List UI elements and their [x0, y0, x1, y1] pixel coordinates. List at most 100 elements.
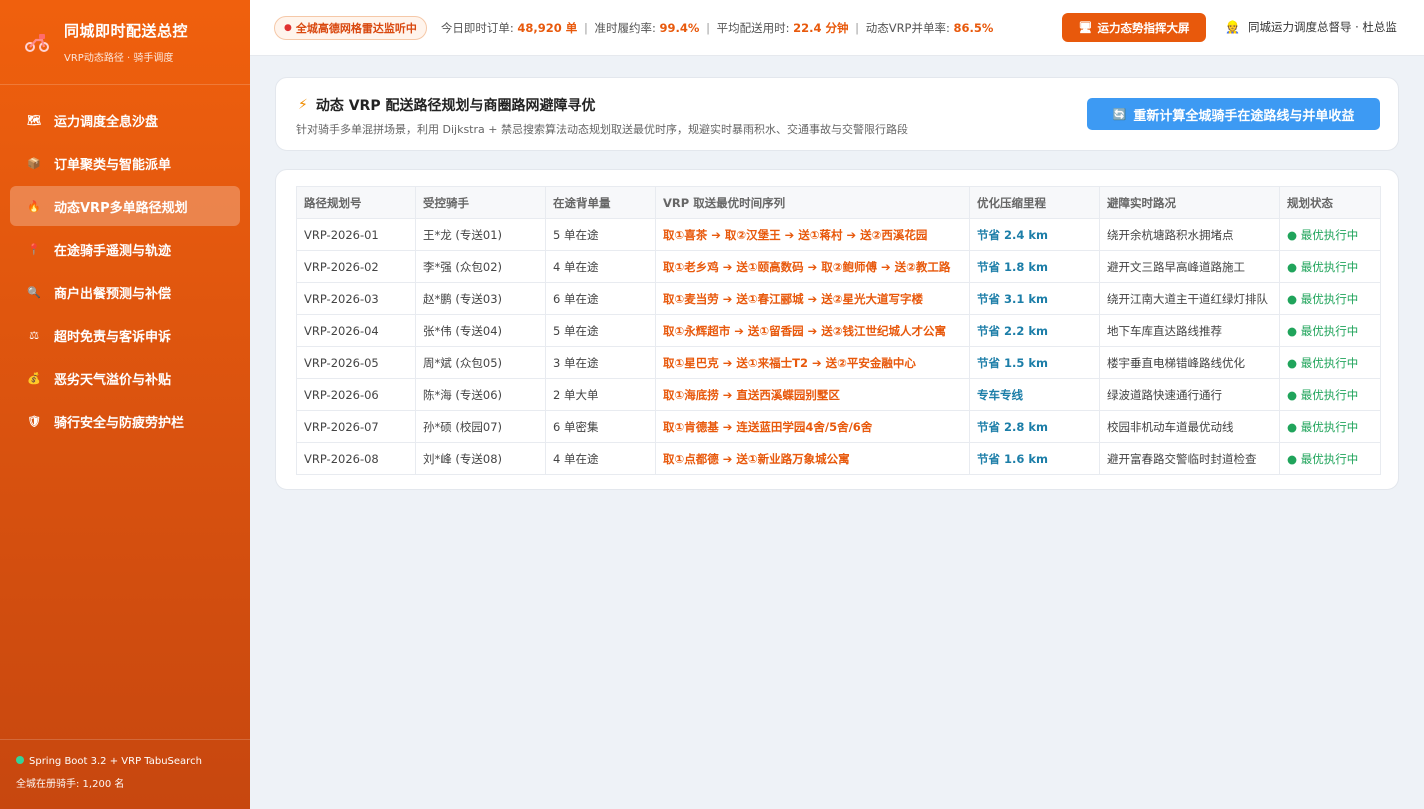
- sidebar-item-2[interactable]: 🔥 动态VRP多单路径规划: [10, 186, 240, 226]
- mileage-saving-cell: 节省 2.8 km: [969, 410, 1100, 443]
- recalculate-button-label: 重新计算全城骑手在途路线与并单收益: [1133, 108, 1355, 124]
- big-screen-button[interactable]: 🖥 运力态势指挥大屏: [1062, 13, 1206, 42]
- sidebar-nav: 🗺 运力调度全息沙盘 📦 订单聚类与智能派单 🔥 动态VRP多单路径规划 📍 在途骑手遥测与轨…: [0, 100, 250, 441]
- status-dot-icon: [16, 756, 24, 764]
- column-header: 受控骑手: [415, 186, 546, 219]
- table-body: VRP-2026-01 王*龙 (专送01) 5 单在途 取①喜茶 ➔ 取②汉堡王 ➔…: [296, 218, 1381, 475]
- big-screen-button-label: 运力态势指挥大屏: [1097, 20, 1190, 35]
- route-sequence-cell: 取①永辉超市 ➔ 送①留香园 ➔ 送②钱江世纪城人才公寓: [655, 314, 970, 347]
- route-sequence-cell: 取①点都德 ➔ 送①新业路万象城公寓: [655, 442, 970, 475]
- shield-icon: 🛡: [27, 414, 41, 428]
- rider-count-label: 全城在册骑手: 1,200 名: [16, 779, 125, 790]
- sidebar-item-5[interactable]: ⚖ 超时免责与客诉申诉: [10, 315, 240, 355]
- brand: 同城即时配送总控 VRP动态路径 · 骑手调度: [0, 0, 250, 85]
- table-header-row: 路径规划号 受控骑手 在途背单量 VRP 取送最优时间序列 优化压缩里程 避障实时路况 规划…: [296, 186, 1381, 219]
- package-icon: 📦: [27, 156, 41, 170]
- table-row[interactable]: VRP-2026-08 刘*峰 (专送08) 4 单在途 取①点都德 ➔ 送①新业路万…: [296, 442, 1381, 475]
- avg-time-value: 22.4 分钟: [793, 20, 849, 35]
- sidebar-item-1[interactable]: 📦 订单聚类与智能派单: [10, 143, 240, 183]
- recalculate-routes-button[interactable]: 🔄 重新计算全城骑手在途路线与并单收益: [1087, 98, 1380, 130]
- load-cell: 3 单在途: [545, 346, 656, 379]
- divider: |: [855, 20, 860, 35]
- column-header: 优化压缩里程: [969, 186, 1100, 219]
- table-row[interactable]: VRP-2026-06 陈*海 (专送06) 2 单大单 取①海底捞 ➔ 直送西溪蝶园…: [296, 378, 1381, 411]
- route-sequence-cell: 取①麦当劳 ➔ 送①春江郦城 ➔ 送②星光大道写字楼: [655, 282, 970, 315]
- plan-status-cell: ● 最优执行中: [1279, 282, 1381, 315]
- user-info[interactable]: 👷 同城运力调度总督导 · 杜总监: [1225, 19, 1397, 35]
- route-id-cell: VRP-2026-02: [296, 250, 416, 283]
- mileage-saving-cell: 专车专线: [969, 378, 1100, 411]
- sidebar-item-label: 超时免责与客诉申诉: [54, 329, 172, 345]
- radar-badge-label: 全城高德网格雷达监听中: [295, 21, 417, 35]
- route-id-cell: VRP-2026-05: [296, 346, 416, 379]
- route-id-cell: VRP-2026-08: [296, 442, 416, 475]
- sidebar-item-label: 运力调度全息沙盘: [54, 114, 159, 130]
- route-id-cell: VRP-2026-04: [296, 314, 416, 347]
- sidebar: 同城即时配送总控 VRP动态路径 · 骑手调度 🗺 运力调度全息沙盘 📦 订单聚类与智…: [0, 0, 250, 809]
- load-cell: 5 单在途: [545, 218, 656, 251]
- mileage-saving-cell: 节省 2.4 km: [969, 218, 1100, 251]
- route-sequence-cell: 取①老乡鸡 ➔ 送①颐高数码 ➔ 取②鲍师傅 ➔ 送②教工路: [655, 250, 970, 283]
- rider-cell: 刘*峰 (专送08): [415, 442, 546, 475]
- route-table: 路径规划号 受控骑手 在途背单量 VRP 取送最优时间序列 优化压缩里程 避障实时路况 规划…: [296, 186, 1381, 475]
- table-row[interactable]: VRP-2026-02 李*强 (众包02) 4 单在途 取①老乡鸡 ➔ 送①颐高数码…: [296, 250, 1381, 283]
- avg-time-label: 平均配送用时:: [716, 20, 790, 35]
- lightning-icon: ⚡: [298, 97, 308, 113]
- sidebar-item-3[interactable]: 📍 在途骑手遥测与轨迹: [10, 229, 240, 269]
- brand-title: 同城即时配送总控: [64, 22, 189, 40]
- user-name: 同城运力调度总督导 · 杜总监: [1247, 20, 1397, 34]
- plan-status-cell: ● 最优执行中: [1279, 250, 1381, 283]
- route-id-cell: VRP-2026-03: [296, 282, 416, 315]
- road-condition-cell: 校园非机动车道最优动线: [1099, 410, 1280, 443]
- sidebar-item-label: 在途骑手遥测与轨迹: [54, 243, 172, 259]
- plan-status-cell: ● 最优执行中: [1279, 314, 1381, 347]
- monitor-icon: 🖥: [1078, 21, 1093, 34]
- pin-icon: 📍: [27, 242, 41, 256]
- mileage-saving-cell: 节省 2.2 km: [969, 314, 1100, 347]
- scooter-icon: [22, 27, 52, 57]
- table-row[interactable]: VRP-2026-05 周*斌 (众包05) 3 单在途 取①星巴克 ➔ 送①来福士T…: [296, 346, 1381, 379]
- orders-value: 48,920 单: [517, 20, 578, 35]
- route-table-panel: 路径规划号 受控骑手 在途背单量 VRP 取送最优时间序列 优化压缩里程 避障实时路况 规划…: [275, 169, 1399, 490]
- rider-cell: 赵*鹏 (专送03): [415, 282, 546, 315]
- route-sequence-cell: 取①喜茶 ➔ 取②汉堡王 ➔ 送①蒋村 ➔ 送②西溪花园: [655, 218, 970, 251]
- refresh-icon: 🔄: [1112, 107, 1127, 121]
- road-condition-cell: 绕开江南大道主干道红绿灯排队: [1099, 282, 1280, 315]
- sidebar-item-7[interactable]: 🛡 骑行安全与防疲劳护栏: [10, 401, 240, 441]
- rider-cell: 陈*海 (专送06): [415, 378, 546, 411]
- map-icon: 🗺: [27, 113, 41, 127]
- merge-rate-label: 动态VRP并单率:: [865, 20, 950, 35]
- radar-status-badge: ● 全城高德网格雷达监听中: [274, 15, 427, 40]
- road-condition-cell: 避开富春路交警临时封道检查: [1099, 442, 1280, 475]
- table-row[interactable]: VRP-2026-01 王*龙 (专送01) 5 单在途 取①喜茶 ➔ 取②汉堡王 ➔…: [296, 218, 1381, 251]
- table-row[interactable]: VRP-2026-07 孙*硕 (校园07) 6 单密集 取①肯德基 ➔ 连送蓝田学园…: [296, 410, 1381, 443]
- sidebar-item-label: 商户出餐预测与补偿: [54, 286, 172, 302]
- rider-cell: 李*强 (众包02): [415, 250, 546, 283]
- sidebar-item-4[interactable]: 🔍 商户出餐预测与补偿: [10, 272, 240, 312]
- plan-status-cell: ● 最优执行中: [1279, 442, 1381, 475]
- money-bag-icon: 💰: [27, 371, 41, 385]
- user-icon: 👷: [1225, 20, 1240, 34]
- top-header: ● 全城高德网格雷达监听中 今日即时订单: 48,920 单 | 准时履约率: …: [250, 0, 1424, 56]
- sidebar-item-label: 动态VRP多单路径规划: [54, 200, 188, 216]
- column-header: 避障实时路况: [1099, 186, 1280, 219]
- sidebar-item-label: 订单聚类与智能派单: [54, 157, 172, 173]
- panel-title-text: 动态 VRP 配送路径规划与商圈路网避障寻优: [315, 98, 596, 114]
- plan-status-cell: ● 最优执行中: [1279, 218, 1381, 251]
- divider: |: [706, 20, 710, 35]
- mileage-saving-cell: 节省 1.5 km: [969, 346, 1100, 379]
- table-row[interactable]: VRP-2026-04 张*伟 (专送04) 5 单在途 取①永辉超市 ➔ 送①留香园…: [296, 314, 1381, 347]
- divider: |: [583, 20, 588, 35]
- load-cell: 4 单在途: [545, 250, 656, 283]
- merge-rate-value: 86.5%: [953, 20, 994, 35]
- rider-cell: 王*龙 (专送01): [415, 218, 546, 251]
- rider-cell: 张*伟 (专送04): [415, 314, 546, 347]
- sidebar-item-0[interactable]: 🗺 运力调度全息沙盘: [10, 100, 240, 140]
- road-condition-cell: 绿波道路快速通行通行: [1099, 378, 1280, 411]
- column-header: 规划状态: [1279, 186, 1381, 219]
- panel-title: ⚡ 动态 VRP 配送路径规划与商圈路网避障寻优: [298, 95, 595, 115]
- route-id-cell: VRP-2026-07: [296, 410, 416, 443]
- column-header: 在途背单量: [545, 186, 656, 219]
- sidebar-item-6[interactable]: 💰 恶劣天气溢价与补贴: [10, 358, 240, 398]
- table-row[interactable]: VRP-2026-03 赵*鹏 (专送03) 6 单在途 取①麦当劳 ➔ 送①春江郦城…: [296, 282, 1381, 315]
